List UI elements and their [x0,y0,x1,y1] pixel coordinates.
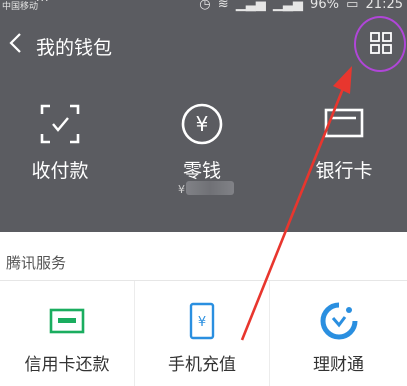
wallet-item-label: 零钱 [182,160,221,182]
wealth-management-icon [320,302,357,340]
section-title: 腾讯服务 [6,254,67,272]
scan-pay-icon [40,104,80,144]
bank-card-icon [324,108,364,138]
wallet-item-label: 收付款 [31,160,89,182]
wallet-item-pay[interactable]: 收付款 [0,100,120,200]
status-right: ◷ ≋ ▁▃▅ ▁▃▅ 96% ▭ 21:25 [196,0,403,12]
phone-recharge-icon: ¥ [189,302,215,340]
clock: 21:25 [365,0,403,12]
chevron-left-icon [9,33,21,53]
status-dots: ··· [36,0,50,7]
balance-prefix: ¥ [178,183,185,196]
signal-icon: ▁▃▅ [235,0,266,12]
wallet-header-panel: 中国移动 ··· ◷ ≋ ▁▃▅ ▁▃▅ 96% ▭ 21:25 我的钱包 收付… [0,0,407,232]
alarm-icon: ◷ [199,0,211,12]
credit-card-repay-icon [49,308,85,334]
service-label: 信用卡还款 [24,355,110,375]
wallet-item-bankcard[interactable]: 银行卡 [284,100,404,200]
service-credit-card[interactable]: 信用卡还款 [0,281,135,386]
wallet-item-label: 银行卡 [315,160,373,182]
service-label: 理财通 [313,355,364,375]
wifi-icon: ≋ [217,0,229,12]
battery-icon: ▭ [346,0,359,12]
carrier-label: 中国移动 [2,2,39,12]
balance-mask [186,181,234,195]
svg-text:¥: ¥ [196,112,209,136]
service-phone-recharge[interactable]: ¥ 手机充值 [135,281,270,386]
service-wealth[interactable]: 理财通 [270,281,407,386]
tencent-services: 腾讯服务 信用卡还款 ¥ 手机充值 理财通 [0,232,407,386]
svg-text:¥: ¥ [198,315,206,330]
page-title: 我的钱包 [36,37,113,59]
signal-icon-2: ▁▃▅ [272,0,303,12]
nav-header: 我的钱包 [0,22,407,68]
battery-percent: 96% [310,0,339,12]
service-label: 手机充值 [168,355,236,375]
annotation-circle [354,16,406,72]
status-bar: 中国移动 ··· ◷ ≋ ▁▃▅ ▁▃▅ 96% ▭ 21:25 [0,0,407,14]
back-button[interactable] [4,26,30,60]
yen-coin-icon: ¥ [181,103,223,145]
